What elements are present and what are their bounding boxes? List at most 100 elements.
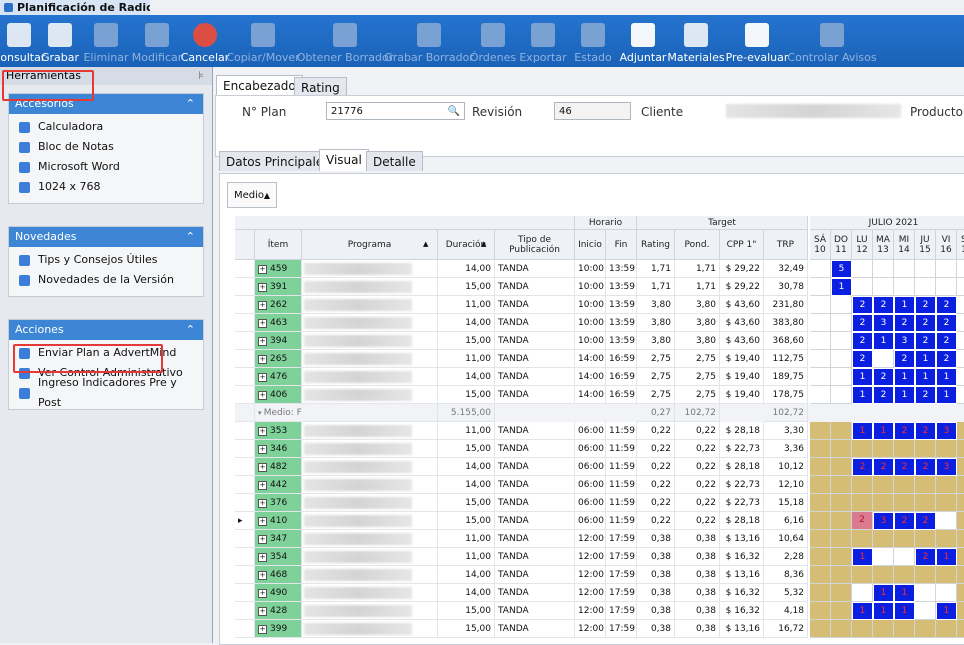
calendar-cell[interactable] [831,440,852,458]
column-header[interactable]: Inicio [575,230,606,260]
calendar-cell[interactable] [831,368,852,386]
calendar-cell[interactable]: 1 [915,350,936,368]
calendar-cell[interactable] [957,458,964,476]
calendar-cell[interactable]: 2 [852,296,873,314]
calendar-cell[interactable]: 2 [915,548,936,566]
tab-rating[interactable]: Rating [294,77,347,97]
calendar-cell[interactable]: 2 [852,332,873,350]
calendar-cell[interactable]: 2 [852,512,873,530]
calendar-cell[interactable]: 2 [936,332,957,350]
calendar-cell[interactable] [831,350,852,368]
modificar-button[interactable]: Modificar [130,15,184,67]
calendar-cell[interactable] [915,530,936,548]
expand-icon[interactable]: + [258,337,267,346]
column-header[interactable]: Ítem [255,230,302,260]
calendar-cell[interactable] [957,422,964,440]
calendar-cell[interactable] [915,584,936,602]
calendar-cell[interactable] [894,260,915,278]
calendar-cell[interactable] [957,530,964,548]
calendar-cell[interactable] [936,620,957,638]
table-row[interactable]: +482 14,00 TANDA 06:00 11:59 0,22 0,22 $ 28,18 1… [235,458,964,476]
expand-icon[interactable]: + [258,445,267,454]
calendar-cell[interactable]: 2 [873,368,894,386]
calendar-cell[interactable] [957,584,964,602]
table-row[interactable]: +262 11,00 TANDA 10:00 13:59 3,80 3,80 $ 43,60 2… [235,296,964,314]
calendar-cell[interactable]: 2 [894,512,915,530]
search-icon[interactable]: 🔍 [448,103,460,121]
calendar-cell[interactable] [810,422,831,440]
calendar-cell[interactable] [873,548,894,566]
table-row[interactable]: +265 11,00 TANDA 14:00 16:59 2,75 2,75 $ 19,40 1… [235,350,964,368]
calendar-cell[interactable] [831,566,852,584]
calendar-cell[interactable]: 3 [873,512,894,530]
calendar-cell[interactable]: 1 [894,368,915,386]
column-header[interactable]: TRP [764,230,808,260]
calendar-cell[interactable] [936,440,957,458]
calendar-cell[interactable] [894,530,915,548]
column-header[interactable]: CPP 1" [720,230,764,260]
calendar-cell[interactable]: 2 [852,350,873,368]
calendar-cell[interactable] [831,458,852,476]
copiar-mover-button[interactable]: Copiar/Mover [226,15,300,67]
calendar-cell[interactable] [957,566,964,584]
calendar-cell[interactable]: 1 [852,422,873,440]
calendar-cell[interactable] [915,494,936,512]
calendar-cell[interactable] [852,584,873,602]
calendar-cell[interactable]: 2 [915,422,936,440]
calendar-cell[interactable] [831,548,852,566]
table-row[interactable]: +353 11,00 TANDA 06:00 11:59 0,22 0,22 $ 28,18 3… [235,422,964,440]
expand-icon[interactable]: + [258,571,267,580]
calendar-cell[interactable]: 1 [894,602,915,620]
calendar-cell[interactable]: 1 [936,368,957,386]
table-row[interactable]: +428 15,00 TANDA 12:00 17:59 0,38 0,38 $ 16,32 4… [235,602,964,620]
table-row[interactable]: +406 15,00 TANDA 14:00 16:59 2,75 2,75 $ 19,40 1… [235,386,964,404]
calendar-cell[interactable] [936,494,957,512]
medio-group-button[interactable]: Medio ▲ [227,182,277,208]
calendar-cell[interactable] [957,386,964,404]
calendar-cell[interactable]: 1 [936,548,957,566]
calendar-cell[interactable] [957,368,964,386]
table-row[interactable]: +490 14,00 TANDA 12:00 17:59 0,38 0,38 $ 16,32 5… [235,584,964,602]
calendar-cell[interactable]: 2 [915,386,936,404]
materiales-button[interactable]: Materiales [667,15,725,67]
calendar-cell[interactable]: 2 [936,314,957,332]
exportar-button[interactable]: Exportar [518,15,568,67]
table-row[interactable]: +399 15,00 TANDA 12:00 17:59 0,38 0,38 $ 13,16 1… [235,620,964,638]
calendar-cell[interactable] [957,620,964,638]
calendar-cell[interactable]: 2 [936,296,957,314]
tool-item[interactable]: Novedades de la Versión [9,270,203,290]
calendar-cell[interactable] [873,476,894,494]
calendar-cell[interactable] [810,584,831,602]
tool-item[interactable]: Microsoft Word [9,157,203,177]
calendar-cell[interactable] [957,350,964,368]
calendar-cell[interactable] [831,530,852,548]
tool-item[interactable]: Calculadora [9,117,203,137]
table-row[interactable]: +394 15,00 TANDA 10:00 13:59 3,80 3,80 $ 43,60 3… [235,332,964,350]
tool-item[interactable]: Ingreso Indicadores Pre y Post [9,376,203,409]
calendar-cell[interactable] [873,530,894,548]
calendar-cell[interactable] [810,602,831,620]
calendar-cell[interactable] [936,566,957,584]
table-row[interactable]: +346 15,00 TANDA 06:00 11:59 0,22 0,22 $ 22,73 3… [235,440,964,458]
calendar-cell[interactable] [810,530,831,548]
calendar-cell[interactable] [852,476,873,494]
calendar-cell[interactable]: 5 [831,260,852,278]
calendar-cell[interactable] [936,476,957,494]
calendar-cell[interactable]: 3 [894,332,915,350]
calendar-cell[interactable] [915,602,936,620]
calendar-cell[interactable] [810,476,831,494]
eliminar-button[interactable]: Eliminar [82,15,130,67]
calendar-cell[interactable] [810,368,831,386]
calendar-cell[interactable] [831,512,852,530]
table-row[interactable]: +476 14,00 TANDA 14:00 16:59 2,75 2,75 $ 19,40 1… [235,368,964,386]
calendar-cell[interactable] [831,602,852,620]
grabar-borrador-button[interactable]: Grabar Borrador [384,15,474,67]
calendar-cell[interactable] [957,548,964,566]
calendar-cell[interactable]: 1 [873,584,894,602]
calendar-cell[interactable] [957,476,964,494]
calendar-cell[interactable]: 2 [852,314,873,332]
tab-detalle[interactable]: Detalle [366,151,423,171]
column-header[interactable]: Programa [302,230,438,260]
calendar-cell[interactable] [831,422,852,440]
tool-item[interactable]: Bloc de Notas [9,137,203,157]
